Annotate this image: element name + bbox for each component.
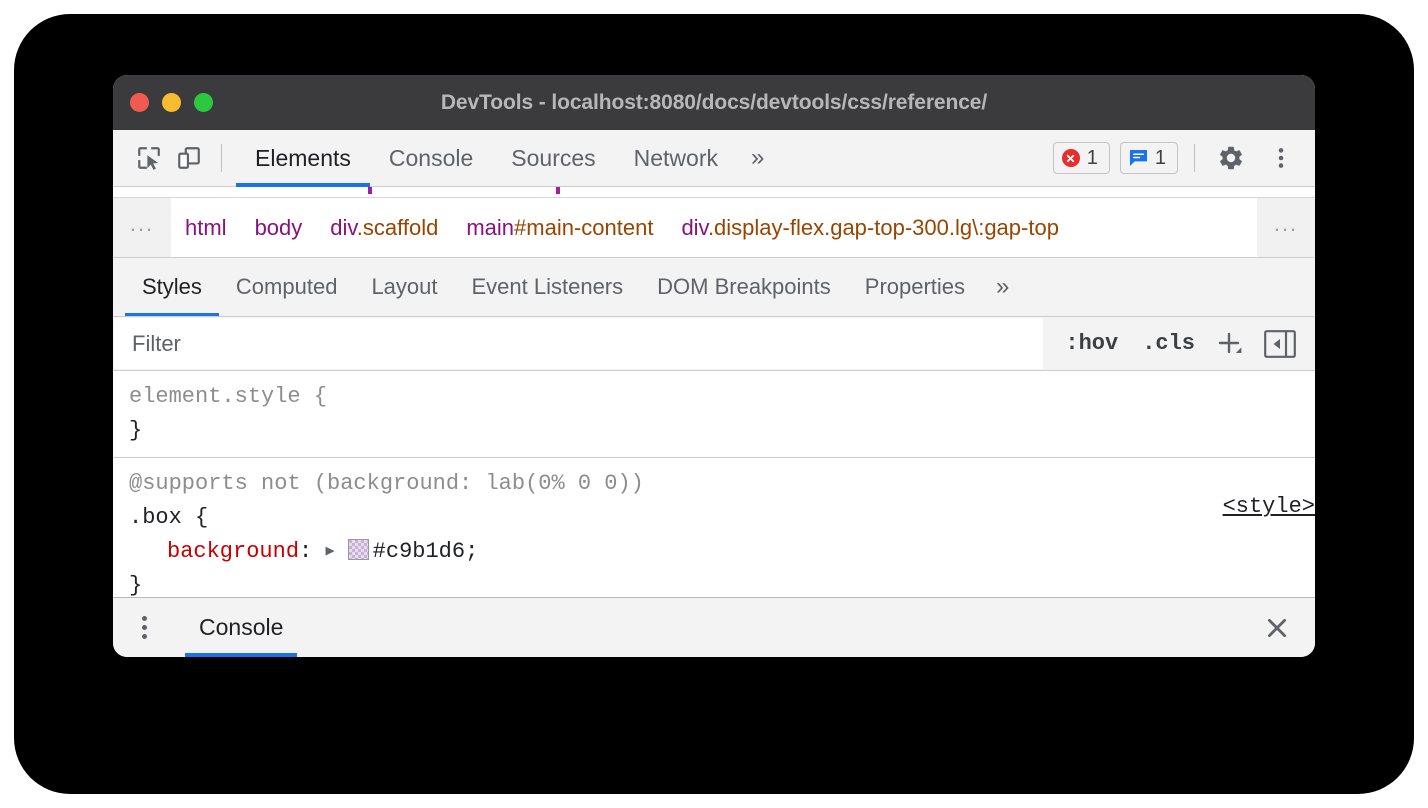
breadcrumb-attr: .scaffold bbox=[357, 215, 439, 240]
toolbar-divider-right bbox=[1194, 144, 1195, 172]
stylesheet-source-link[interactable]: <style> bbox=[1223, 494, 1315, 519]
toolbar-divider bbox=[221, 144, 222, 172]
error-icon bbox=[1062, 149, 1080, 167]
error-count-badge[interactable]: 1 bbox=[1053, 142, 1110, 174]
color-swatch[interactable] bbox=[348, 539, 369, 560]
more-panels-icon[interactable]: » bbox=[737, 130, 778, 186]
declaration-value[interactable]: #c9b1d6; bbox=[373, 539, 479, 564]
breadcrumb-item-html[interactable]: html bbox=[171, 215, 241, 241]
filter-actions: :hov .cls bbox=[1043, 317, 1315, 370]
drawer-kebab-menu-icon[interactable] bbox=[125, 609, 163, 647]
error-count: 1 bbox=[1087, 147, 1098, 170]
new-style-rule-button[interactable] bbox=[1207, 324, 1253, 364]
breadcrumb-tag: div bbox=[330, 215, 357, 240]
breadcrumb-scroll-right[interactable]: ... bbox=[1257, 198, 1315, 257]
breadcrumb-tag: body bbox=[255, 215, 303, 240]
breadcrumb-scroll-left[interactable]: ... bbox=[113, 198, 171, 257]
styles-filter-bar: :hov .cls bbox=[113, 317, 1315, 371]
expand-shorthand-icon[interactable]: ▶ bbox=[325, 540, 334, 563]
dom-tree-peek bbox=[113, 187, 1315, 198]
style-rule-element-style: element.style { } bbox=[113, 371, 1315, 457]
traffic-lights bbox=[130, 93, 213, 112]
tab-layout[interactable]: Layout bbox=[354, 258, 454, 316]
breadcrumb-tag: div bbox=[681, 215, 708, 240]
minimize-window-button[interactable] bbox=[162, 93, 181, 112]
close-drawer-icon[interactable] bbox=[1257, 608, 1297, 648]
main-toolbar: Elements Console Sources Network » 1 bbox=[113, 130, 1315, 187]
at-rule-keyword: @supports not (background: lab(0% 0 0)) bbox=[129, 471, 644, 496]
declaration-background[interactable]: background: ▶ #c9b1d6; bbox=[113, 535, 1315, 569]
device-toolbar-icon[interactable] bbox=[169, 138, 209, 178]
window-title: DevTools - localhost:8080/docs/devtools/… bbox=[113, 91, 1315, 115]
rule-selector[interactable]: .box { bbox=[113, 501, 1315, 535]
message-bubble-icon bbox=[1129, 149, 1148, 167]
window-title-bar: DevTools - localhost:8080/docs/devtools/… bbox=[113, 75, 1315, 130]
declaration-colon: : bbox=[299, 539, 325, 564]
tab-dom-breakpoints[interactable]: DOM Breakpoints bbox=[640, 258, 848, 316]
more-sidebar-tabs-icon[interactable]: » bbox=[982, 258, 1023, 316]
devtools-window: DevTools - localhost:8080/docs/devtools/… bbox=[113, 75, 1315, 657]
styles-pane: element.style { } @supports not (backgro… bbox=[113, 371, 1315, 597]
breadcrumb-tag: html bbox=[185, 215, 227, 240]
panel-tabs: Elements Console Sources Network » bbox=[236, 130, 778, 186]
breadcrumb-item-main-content[interactable]: main#main-content bbox=[452, 215, 667, 241]
toggle-element-state-button[interactable]: :hov bbox=[1053, 333, 1130, 355]
rule-selector[interactable]: element.style { bbox=[113, 380, 1315, 414]
maximize-window-button[interactable] bbox=[194, 93, 213, 112]
declaration-property[interactable]: background bbox=[167, 539, 299, 564]
screenshot-canvas: DevTools - localhost:8080/docs/devtools/… bbox=[0, 0, 1428, 808]
style-rule-box: @supports not (background: lab(0% 0 0)) … bbox=[113, 457, 1315, 597]
tab-properties[interactable]: Properties bbox=[848, 258, 982, 316]
breadcrumb-item-div-scaffold[interactable]: div.scaffold bbox=[316, 215, 452, 241]
breadcrumb-items: html body div.scaffold main#main-content… bbox=[171, 198, 1257, 257]
tab-sources[interactable]: Sources bbox=[492, 130, 614, 186]
toggle-sidebar-icon[interactable] bbox=[1261, 325, 1299, 363]
styles-sidebar-tabs: Styles Computed Layout Event Listeners D… bbox=[113, 258, 1315, 317]
declaration-spacer bbox=[334, 539, 347, 564]
tab-computed[interactable]: Computed bbox=[219, 258, 355, 316]
rule-at-supports: @supports not (background: lab(0% 0 0)) bbox=[113, 467, 1315, 501]
breadcrumb-attr: #main-content bbox=[514, 215, 653, 240]
inspect-cursor-icon[interactable] bbox=[129, 138, 169, 178]
message-count: 1 bbox=[1155, 147, 1166, 170]
breadcrumb: ... html body div.scaffold main#main-con… bbox=[113, 198, 1315, 258]
tab-console[interactable]: Console bbox=[370, 130, 492, 186]
kebab-menu-icon[interactable] bbox=[1261, 138, 1301, 178]
toolbar-right-group: 1 1 bbox=[1053, 138, 1301, 178]
dom-peek-mark bbox=[368, 187, 372, 194]
close-window-button[interactable] bbox=[130, 93, 149, 112]
tab-styles[interactable]: Styles bbox=[125, 258, 219, 316]
rule-close-brace: } bbox=[113, 569, 1315, 597]
dom-peek-mark bbox=[556, 187, 560, 194]
breadcrumb-tag: main bbox=[466, 215, 514, 240]
breadcrumb-attr: .display-flex.gap-top-300.lg\:gap-top bbox=[708, 215, 1059, 240]
tab-event-listeners[interactable]: Event Listeners bbox=[455, 258, 641, 316]
breadcrumb-item-div-display-flex[interactable]: div.display-flex.gap-top-300.lg\:gap-top bbox=[667, 215, 1073, 241]
tab-elements[interactable]: Elements bbox=[236, 130, 370, 186]
message-count-badge[interactable]: 1 bbox=[1120, 142, 1178, 174]
filter-input[interactable] bbox=[114, 318, 1043, 369]
tab-network[interactable]: Network bbox=[615, 130, 737, 186]
drawer-tab-console[interactable]: Console bbox=[185, 598, 297, 657]
breadcrumb-item-body[interactable]: body bbox=[241, 215, 317, 241]
console-drawer: Console bbox=[113, 597, 1315, 657]
toggle-class-button[interactable]: .cls bbox=[1130, 333, 1207, 355]
gear-icon[interactable] bbox=[1211, 138, 1251, 178]
rule-close-brace: } bbox=[113, 414, 1315, 448]
